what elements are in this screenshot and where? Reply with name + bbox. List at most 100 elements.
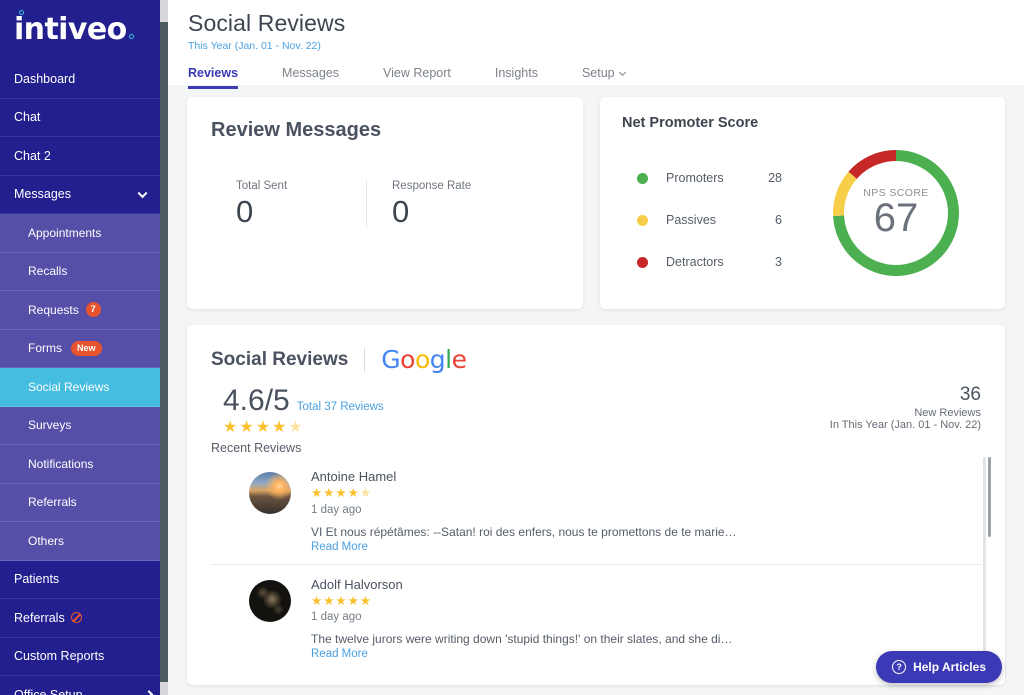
metric-value: 0 (392, 194, 410, 229)
chevron-down-icon (618, 68, 626, 77)
legend-item-promoters: Promoters 28 (637, 157, 802, 199)
metric-label: Response Rate (392, 180, 472, 192)
sidebar-item-referrals-sub[interactable]: Referrals (0, 483, 168, 522)
header-divider (364, 347, 366, 372)
legend-value: 28 (768, 171, 782, 185)
avatar (249, 472, 291, 514)
sidebar-item-referrals[interactable]: Referrals (0, 599, 168, 638)
google-logo: Google (381, 345, 467, 374)
sidebar-item-chat-2[interactable]: Chat 2 (0, 137, 168, 176)
review-body: Antoine Hamel ★★★★★ 1 day ago VI Et nous… (311, 469, 981, 553)
sidebar-item-requests[interactable]: Requests 7 (0, 291, 168, 330)
metric-label: Total Sent (236, 180, 288, 192)
sidebar-item-label: Chat 2 (14, 148, 51, 163)
sidebar-scrollbar-thumb[interactable] (160, 22, 168, 682)
review-stars: ★★★★★ (311, 486, 373, 500)
brand-logo[interactable]: intiveo (0, 0, 168, 60)
review-list-item[interactable]: Antoine Hamel ★★★★★ 1 day ago VI Et nous… (211, 457, 981, 564)
sidebar-item-custom-reports[interactable]: Custom Reports (0, 637, 168, 676)
review-list-item[interactable]: Adolf Halvorson ★★★★★ 1 day ago The twel… (211, 563, 981, 672)
logo-trailing-dot-icon (128, 34, 134, 39)
tab-reviews[interactable]: Reviews (188, 66, 239, 89)
read-more-link[interactable]: Read More (311, 648, 931, 660)
recent-reviews-label: Recent Reviews (211, 441, 302, 455)
sidebar-scrollbar-track[interactable] (160, 0, 168, 695)
review-time: 1 day ago (311, 611, 362, 623)
nps-score-value: 67 (873, 196, 919, 240)
review-stars: ★★★★★ (311, 593, 373, 608)
requests-count-badge: 7 (85, 302, 101, 318)
legend-label: Promoters (666, 171, 724, 185)
sidebar-item-notifications[interactable]: Notifications (0, 445, 168, 484)
new-reviews-period: In This Year (Jan. 01 - Nov. 22) (829, 419, 981, 431)
legend-value: 3 (775, 255, 782, 269)
help-articles-button[interactable]: ? Help Articles (876, 651, 1002, 683)
sidebar-item-social-reviews[interactable]: Social Reviews (0, 368, 168, 407)
sidebar-item-label: Forms (28, 341, 62, 356)
sidebar-item-label: Requests (28, 302, 79, 317)
sidebar-item-dashboard[interactable]: Dashboard (0, 60, 168, 99)
legend-label: Detractors (666, 255, 724, 269)
social-reviews-header: Social Reviews Google (211, 345, 981, 374)
avatar (249, 579, 291, 622)
review-list-scrollbar-thumb[interactable] (988, 457, 991, 537)
tab-view-report[interactable]: View Report (383, 66, 451, 88)
sidebar-item-appointments[interactable]: Appointments (0, 214, 168, 253)
sidebar: intiveo Dashboard Chat Chat 2 Messages A… (0, 0, 168, 695)
legend-label: Passives (666, 213, 717, 227)
chevron-right-icon (144, 689, 154, 695)
help-articles-label: Help Articles (913, 660, 986, 674)
tab-messages[interactable]: Messages (282, 66, 339, 88)
detractors-color-dot-icon (637, 256, 648, 268)
sidebar-item-others[interactable]: Others (0, 522, 168, 561)
new-reviews-count: 36 (959, 384, 981, 405)
new-reviews-label: New Reviews (914, 407, 981, 419)
sidebar-item-chat[interactable]: Chat (0, 98, 168, 137)
sidebar-item-label: Referrals (28, 495, 77, 510)
top-cards-row: Review Messages Total Sent 0 Response Ra… (187, 97, 1005, 309)
legend-value: 6 (775, 213, 782, 227)
review-text: The twelve jurors were writing down 'stu… (311, 632, 733, 646)
legend-item-passives: Passives 6 (637, 199, 802, 241)
review-messages-card: Review Messages Total Sent 0 Response Ra… (187, 97, 583, 309)
sidebar-item-messages[interactable]: Messages (0, 175, 168, 214)
rating-block: 4.6/5 Total 37 Reviews ★★★★★ Recent Revi… (211, 384, 384, 455)
logo-text: intiveo (14, 10, 134, 45)
net-promoter-score-card: Net Promoter Score Promoters 28 Passives (600, 97, 1005, 309)
question-mark-icon: ? (892, 660, 907, 674)
sidebar-item-label: Patients (14, 572, 60, 587)
date-range-label[interactable]: This Year (Jan. 01 - Nov. 22) (188, 40, 1024, 52)
sidebar-item-surveys[interactable]: Surveys (0, 406, 168, 445)
logo-dot-icon (19, 10, 24, 15)
rating-stars: ★★★★★ (223, 419, 305, 436)
sidebar-item-label: Recalls (28, 264, 68, 279)
passives-color-dot-icon (637, 214, 648, 226)
reviewer-name: Adolf Halvorson (311, 576, 403, 592)
sidebar-item-label: Messages (14, 187, 71, 202)
sidebar-item-label: Dashboard (14, 71, 76, 86)
sidebar-item-office-setup[interactable]: Office Setup (0, 676, 168, 695)
metric-total-sent: Total Sent 0 (211, 180, 366, 227)
sidebar-item-forms[interactable]: Forms New (0, 329, 168, 368)
tab-insights[interactable]: Insights (495, 66, 538, 88)
page-title: Social Reviews (188, 10, 346, 36)
chevron-down-icon (137, 188, 148, 199)
sidebar-item-label: Surveys (28, 418, 72, 433)
forms-new-badge: New (71, 340, 102, 356)
review-list-scrollbar-track[interactable] (983, 457, 991, 657)
sidebar-item-patients[interactable]: Patients (0, 560, 168, 599)
page-header: Social Reviews This Year (Jan. 01 - Nov.… (168, 0, 1024, 89)
total-reviews-link[interactable]: Total 37 Reviews (297, 401, 384, 413)
social-reviews-summary: 4.6/5 Total 37 Reviews ★★★★★ Recent Revi… (211, 384, 981, 455)
sidebar-item-label: Referrals (14, 610, 65, 625)
sidebar-item-label: Chat (14, 110, 41, 125)
sidebar-item-recalls[interactable]: Recalls (0, 252, 168, 291)
nps-donut-chart: NPS SCORE 67 (822, 139, 970, 287)
sidebar-item-label: Social Reviews (28, 379, 110, 394)
tab-setup[interactable]: Setup (582, 66, 626, 88)
read-more-link[interactable]: Read More (311, 541, 931, 553)
metric-response-rate: Response Rate 0 (366, 180, 521, 227)
dashboard-body: Review Messages Total Sent 0 Response Ra… (168, 85, 1024, 685)
sidebar-item-label: Others (28, 533, 65, 548)
sidebar-item-label: Office Setup (14, 687, 83, 695)
